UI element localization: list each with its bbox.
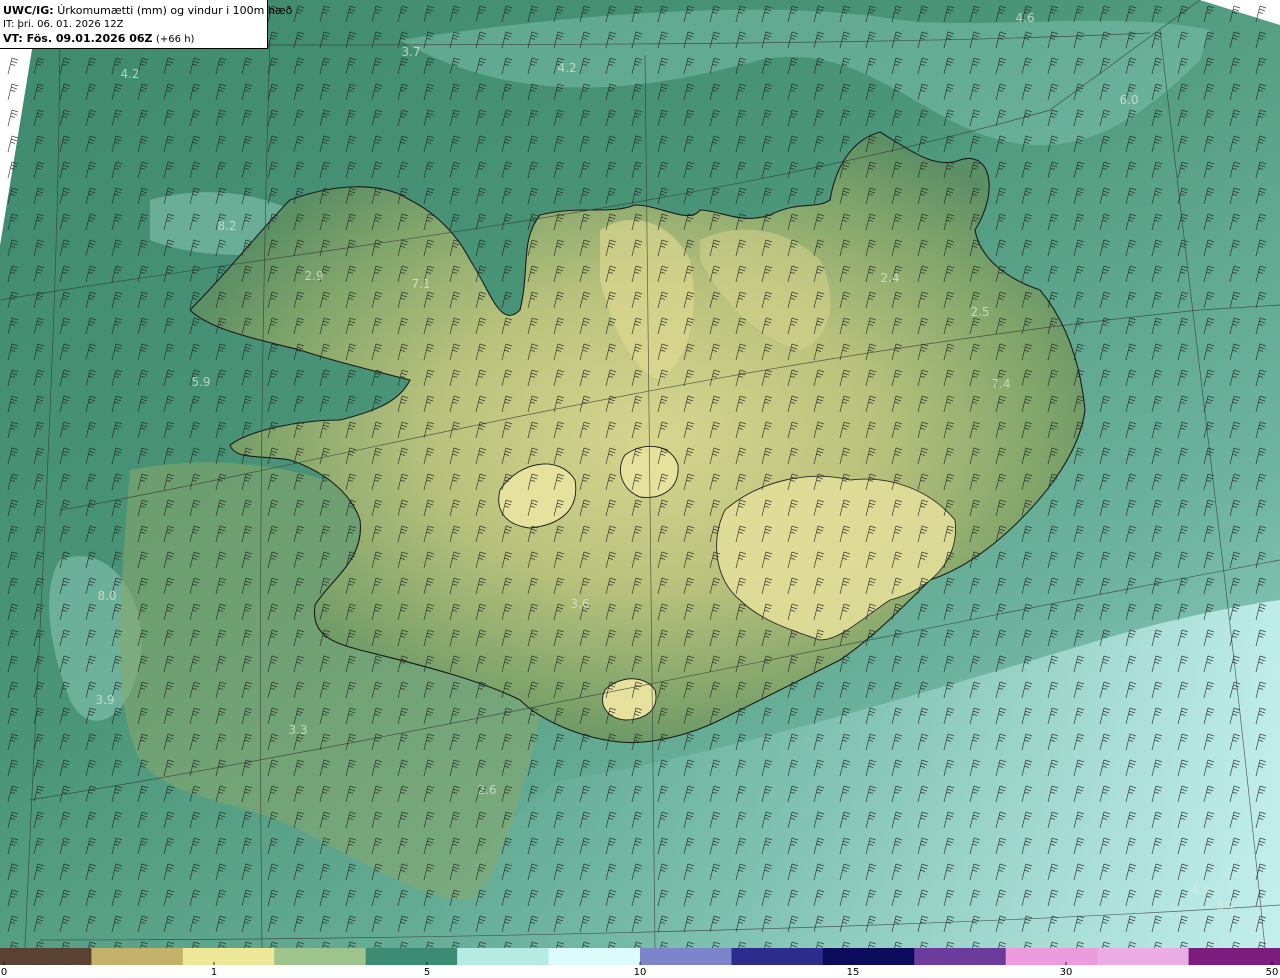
value-label: 3.6: [570, 597, 589, 611]
wind-barbs-layer: [0, 0, 1280, 948]
colorbar-segment: [914, 948, 1007, 965]
colorbar-segment: [548, 948, 641, 965]
colorbar-segment: [1188, 948, 1280, 965]
model-label: UWC/IG:: [3, 4, 54, 17]
colorbar-segment: [274, 948, 367, 965]
value-label: 4.9: [1190, 883, 1209, 897]
colorbar-segment: [640, 948, 732, 965]
value-label: 6.0: [1119, 93, 1138, 107]
header-info-box: UWC/IG: Úrkomumætti (mm) og vindur i 100…: [0, 0, 292, 49]
value-label: 8.1: [1216, 899, 1235, 913]
colorbar-segment: [457, 948, 550, 965]
value-label: 2.9: [304, 269, 323, 283]
colorbar-segment: [1097, 948, 1190, 965]
colorbar-tick-label: 10: [634, 967, 647, 978]
value-label: 4.2: [120, 67, 139, 81]
lead-time: (+66 h): [156, 34, 195, 45]
value-label: 2.5: [970, 305, 989, 319]
precipitation-map: 4.6 3.7 4.2 4.2 6.0 8.2 2.9 7.1 2.4 2.5 7.4 5.9 8.0 3…: [0, 0, 1280, 978]
initial-time: IT: þri. 06. 01. 2026 12Z: [3, 19, 124, 30]
value-label: 5.9: [191, 375, 210, 389]
colorbar-segment: [0, 948, 92, 965]
map-title: Úrkomumætti (mm) og vindur i 100m hæð: [57, 4, 293, 17]
value-label: 7.4: [991, 377, 1010, 391]
value-label: 3.7: [401, 45, 420, 59]
colorbar-tick-label: 1: [211, 967, 217, 978]
value-label: 7.1: [411, 277, 430, 291]
value-label: 2.6: [477, 783, 496, 797]
colorbar-tick-label: 15: [847, 967, 860, 978]
colorbar-segment: [822, 948, 915, 965]
colorbar-tick-label: 30: [1060, 967, 1073, 978]
value-label: 3.9: [95, 693, 114, 707]
colorbar: 0 1 5 10 15 30 50: [0, 948, 1280, 978]
colorbar-tick-label: 5: [424, 967, 430, 978]
value-label: 4.2: [557, 61, 576, 75]
colorbar-segment: [731, 948, 824, 965]
colorbar-segment: [182, 948, 275, 965]
colorbar-segment: [1005, 948, 1098, 965]
valid-time: VT: Fös. 09.01.2026 06Z: [3, 32, 153, 45]
map-view: 4.6 3.7 4.2 4.2 6.0 8.2 2.9 7.1 2.4 2.5 7.4 5.9 8.0 3…: [0, 0, 1280, 978]
colorbar-tick-label: 0: [1, 967, 7, 978]
colorbar-segment: [91, 948, 184, 965]
value-label: 8.0: [97, 589, 116, 603]
value-label: 8.2: [217, 219, 236, 233]
value-label: 3.3: [288, 723, 307, 737]
value-label: 2.4: [880, 271, 899, 285]
value-label: 4.6: [1015, 11, 1034, 25]
colorbar-segment: [365, 948, 458, 965]
colorbar-tick-label: 50: [1266, 967, 1279, 978]
